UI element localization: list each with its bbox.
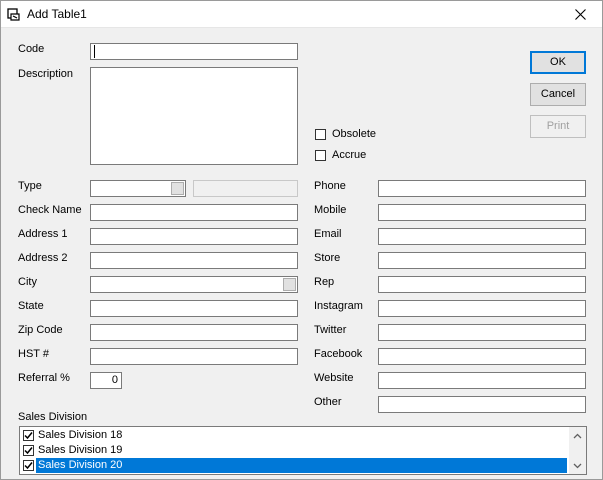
address2-input[interactable]: [90, 252, 298, 269]
email-input[interactable]: [378, 228, 586, 245]
phone-input[interactable]: [378, 180, 586, 197]
mobile-input[interactable]: [378, 204, 586, 221]
list-item[interactable]: Sales Division 18: [21, 428, 567, 443]
chevron-up-icon: [573, 433, 582, 438]
obsolete-checkbox[interactable]: [315, 129, 326, 140]
list-item-label: Sales Division 20: [36, 458, 567, 473]
window-title: Add Table1: [27, 7, 87, 21]
email-label: Email: [314, 228, 342, 240]
website-label: Website: [314, 372, 354, 384]
obsolete-label: Obsolete: [332, 128, 377, 140]
check-name-label: Check Name: [18, 204, 82, 216]
description-textarea[interactable]: [90, 67, 298, 165]
state-label: State: [18, 300, 44, 312]
referral-input[interactable]: 0: [90, 372, 122, 389]
list-item[interactable]: Sales Division 20: [21, 458, 567, 473]
rep-label: Rep: [314, 276, 335, 288]
list-item-checkbox[interactable]: [23, 460, 34, 471]
description-label: Description: [18, 68, 74, 80]
twitter-input[interactable]: [378, 324, 586, 341]
checkmark-icon: [24, 447, 33, 455]
address1-label: Address 1: [18, 228, 68, 240]
cancel-button[interactable]: Cancel: [530, 83, 586, 106]
zip-code-label: Zip Code: [18, 324, 63, 336]
zip-code-input[interactable]: [90, 324, 298, 341]
type-dropdown-button[interactable]: [171, 182, 184, 195]
type-description-field: [193, 180, 298, 197]
accrue-checkbox[interactable]: [315, 150, 326, 161]
store-input[interactable]: [378, 252, 586, 269]
ok-button[interactable]: OK: [530, 51, 586, 74]
add-table-dialog: Add Table1 Code Description Type Check N…: [0, 0, 603, 480]
print-button[interactable]: Print: [530, 115, 586, 138]
sales-division-list[interactable]: Sales Division 18 Sales Division 19 Sale…: [19, 426, 587, 475]
list-item-label: Sales Division 19: [38, 444, 123, 456]
rep-input[interactable]: [378, 276, 586, 293]
type-label: Type: [18, 180, 42, 192]
list-item-checkbox[interactable]: [23, 430, 34, 441]
other-input[interactable]: [378, 396, 586, 413]
city-combo[interactable]: [90, 276, 298, 293]
checkmark-icon: [24, 462, 33, 470]
facebook-label: Facebook: [314, 348, 363, 360]
list-scrollbar[interactable]: [569, 427, 586, 474]
text-caret: [94, 45, 95, 58]
checkmark-icon: [24, 432, 33, 440]
other-label: Other: [314, 396, 342, 408]
check-name-input[interactable]: [90, 204, 298, 221]
instagram-input[interactable]: [378, 300, 586, 317]
twitter-label: Twitter: [314, 324, 347, 336]
scroll-up-button[interactable]: [569, 427, 586, 444]
accrue-label: Accrue: [332, 149, 367, 161]
mobile-label: Mobile: [314, 204, 347, 216]
code-input[interactable]: [90, 43, 298, 60]
chevron-down-icon: [573, 463, 582, 468]
city-label: City: [18, 276, 37, 288]
close-icon: [574, 9, 586, 20]
list-item-label: Sales Division 18: [38, 429, 123, 441]
instagram-label: Instagram: [314, 300, 363, 312]
website-input[interactable]: [378, 372, 586, 389]
list-item[interactable]: Sales Division 19: [21, 443, 567, 458]
window-icon: [7, 8, 20, 21]
address1-input[interactable]: [90, 228, 298, 245]
list-item-checkbox[interactable]: [23, 445, 34, 456]
close-button[interactable]: [558, 1, 602, 28]
title-bar: Add Table1: [1, 1, 602, 28]
scroll-down-button[interactable]: [569, 457, 586, 474]
hst-input[interactable]: [90, 348, 298, 365]
code-label: Code: [18, 43, 45, 55]
referral-label: Referral %: [18, 372, 70, 384]
sales-division-label: Sales Division: [18, 411, 88, 423]
city-dropdown-button[interactable]: [283, 278, 296, 291]
phone-label: Phone: [314, 180, 346, 192]
store-label: Store: [314, 252, 341, 264]
address2-label: Address 2: [18, 252, 68, 264]
state-input[interactable]: [90, 300, 298, 317]
hst-label: HST #: [18, 348, 49, 360]
facebook-input[interactable]: [378, 348, 586, 365]
